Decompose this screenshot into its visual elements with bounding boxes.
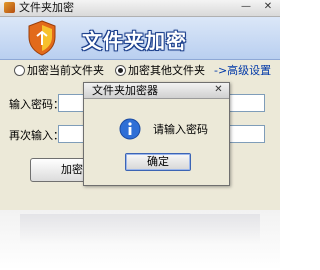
shield-icon [28, 20, 56, 56]
encrypt-target-options: 加密当前文件夹 加密其他文件夹 ->高级设置 [0, 62, 280, 82]
advanced-settings-link[interactable]: ->高级设置 [214, 62, 271, 80]
dialog-message: 请输入密码 [153, 123, 208, 136]
dialog-close-button[interactable]: ✕ [212, 84, 225, 96]
password-label: 输入密码： [9, 98, 64, 111]
window-title: 文件夹加密 [19, 1, 74, 14]
alert-dialog: 文件夹加密器 ✕ 请输入密码 确定 [83, 82, 230, 186]
dialog-title: 文件夹加密器 [92, 84, 158, 97]
title-bar[interactable]: 文件夹加密 — ✕ [0, 0, 280, 17]
radio-encrypt-current-folder-label[interactable]: 加密当前文件夹 [27, 62, 104, 80]
banner-title: 文件夹加密 [82, 29, 187, 53]
reflection-band [20, 214, 260, 244]
minimize-button[interactable]: — [239, 1, 253, 14]
ok-button[interactable]: 确定 [125, 153, 191, 171]
radio-encrypt-other-folder[interactable] [115, 65, 126, 76]
dialog-title-bar[interactable]: 文件夹加密器 ✕ [84, 83, 229, 99]
radio-encrypt-current-folder[interactable] [14, 65, 25, 76]
header-banner: 文件夹加密 [0, 17, 280, 60]
info-icon [119, 118, 141, 140]
radio-encrypt-other-folder-label[interactable]: 加密其他文件夹 [128, 62, 205, 80]
confirm-password-label: 再次输入： [9, 129, 64, 142]
close-button[interactable]: ✕ [261, 1, 275, 14]
window-reflection [0, 210, 280, 270]
folder-lock-icon [4, 2, 15, 13]
